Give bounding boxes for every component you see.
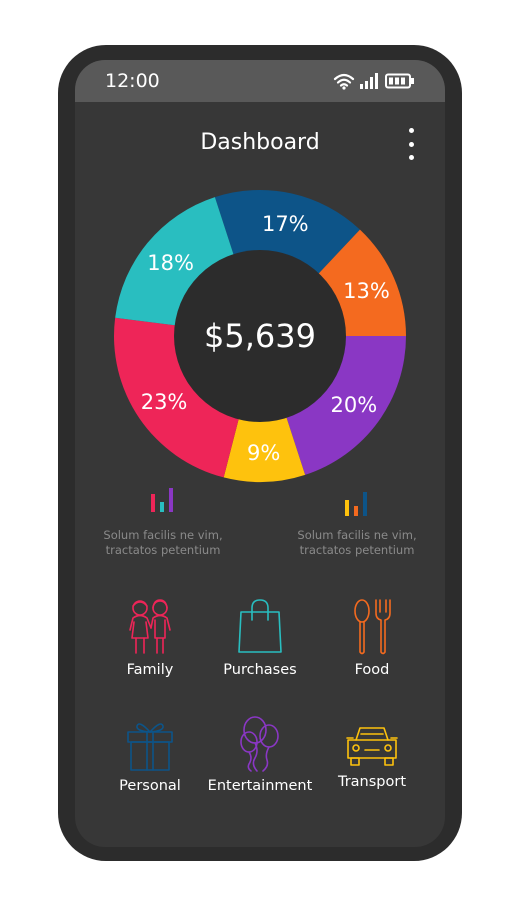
- legend-left-line-1: Solum facilis ne vim,: [103, 528, 223, 542]
- donut-slice-label: 9%: [247, 441, 280, 465]
- car-icon: [346, 727, 398, 766]
- legend-right-line-1: Solum facilis ne vim,: [297, 528, 417, 542]
- donut-slice-label: 13%: [343, 279, 390, 303]
- legend-left-line-2: tractatos petentium: [105, 543, 221, 557]
- phone-screen: 12:00 Dashboard 17% 13% 20% 9% 23% 18% $…: [75, 60, 445, 847]
- bar-chart-icon: [151, 488, 173, 512]
- donut-slice-label: 23%: [141, 390, 188, 414]
- category-label: Purchases: [223, 662, 297, 678]
- gift-icon: [127, 723, 173, 771]
- category-label: Food: [354, 662, 390, 678]
- legend-left: Solum facilis ne vim, tractatos petentiu…: [83, 486, 243, 558]
- donut-slice-label: 20%: [331, 393, 378, 417]
- balloons-icon: [240, 716, 279, 772]
- category-label: Entertainment: [207, 778, 313, 794]
- legend-right: Solum facilis ne vim, tractatos petentiu…: [277, 490, 437, 558]
- category-entertainment[interactable]: Entertainment: [200, 716, 320, 794]
- shopping-bag-icon: [238, 599, 282, 653]
- total-amount: $5,639: [204, 317, 316, 355]
- fork-spoon-icon: [354, 599, 391, 655]
- category-family[interactable]: Family: [90, 598, 210, 678]
- category-purchases[interactable]: Purchases: [200, 598, 320, 678]
- category-label: Personal: [119, 778, 181, 794]
- donut-chart: 17% 13% 20% 9% 23% 18% $5,639: [114, 190, 406, 482]
- donut-slice-label: 18%: [147, 251, 194, 275]
- category-transport[interactable]: Transport: [312, 724, 432, 790]
- category-food[interactable]: Food: [312, 598, 432, 678]
- category-personal[interactable]: Personal: [90, 720, 210, 794]
- bar-chart-icon: [345, 492, 367, 516]
- family-icon: [129, 599, 171, 654]
- donut-slice-label: 17%: [262, 212, 309, 236]
- category-label: Family: [126, 662, 174, 678]
- category-label: Transport: [337, 774, 407, 790]
- legend-right-line-2: tractatos petentium: [299, 543, 415, 557]
